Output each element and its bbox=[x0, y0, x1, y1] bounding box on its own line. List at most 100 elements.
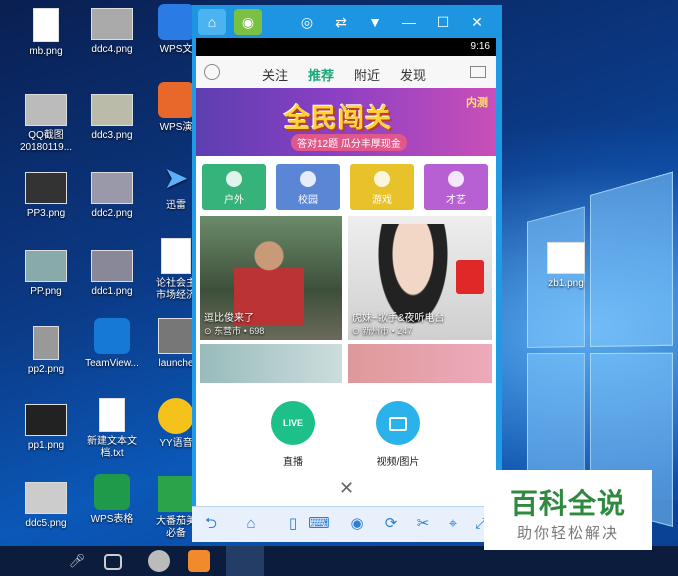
wps-writer-icon bbox=[158, 4, 194, 40]
back-icon[interactable]: ⮌ bbox=[200, 514, 222, 534]
task-view-icon[interactable] bbox=[104, 554, 122, 570]
desktop-icon-pp3[interactable]: PP3.png bbox=[10, 172, 82, 220]
live-card-location: 新州市 bbox=[362, 326, 390, 336]
desktop-icon-qq-screenshot[interactable]: QQ截图 20180119... bbox=[10, 94, 82, 154]
desktop-icon-label: PP.png bbox=[30, 286, 62, 297]
video-photo-label: 视频/图片 bbox=[376, 457, 420, 468]
live-card-viewers: 698 bbox=[249, 326, 265, 336]
video-photo-button[interactable] bbox=[376, 401, 420, 445]
tab-recommend[interactable]: 推荐 bbox=[308, 65, 334, 92]
desktop-icon-wps-sheets[interactable]: WPS表格 bbox=[76, 474, 148, 526]
image-thumbnail-icon bbox=[91, 250, 133, 282]
microphone-icon[interactable]: 🎤︎ bbox=[66, 550, 88, 572]
android-app-tab-icon[interactable]: ◉ bbox=[234, 9, 262, 35]
live-card-location: 东营市 bbox=[214, 326, 242, 336]
game-icon bbox=[374, 171, 390, 187]
android-emulator-window: ⌂ ◉ ◎ ⇄ ▼ — ☐ ✕ 9:16 关注 推荐 附近 发现 全民闯关 答对… bbox=[192, 5, 502, 542]
category-talent[interactable]: 才艺 bbox=[424, 164, 488, 210]
category-outdoor[interactable]: 户外 bbox=[202, 164, 266, 210]
text-file-icon bbox=[99, 398, 125, 432]
shopping-bag-icon bbox=[158, 476, 194, 512]
campus-icon bbox=[300, 171, 316, 187]
banner-subtitle: 答对12题 瓜分丰厚现金 bbox=[291, 134, 407, 151]
desktop-icon-teamviewer[interactable]: TeamView... bbox=[76, 318, 148, 370]
watermark-logo: 百科全说 助你轻松解决 bbox=[484, 470, 652, 550]
eye-icon[interactable]: ◉ bbox=[346, 514, 368, 534]
location-icon[interactable]: ⌖ bbox=[442, 514, 464, 534]
teamviewer-icon bbox=[94, 318, 130, 354]
promo-banner[interactable]: 全民闯关 答对12题 瓜分丰厚现金 内测 bbox=[196, 88, 496, 156]
wps-presentation-icon bbox=[158, 82, 194, 118]
desktop-icon-label: WPS表格 bbox=[90, 514, 134, 525]
banner-title: 全民闯关 bbox=[284, 103, 393, 133]
menu-dropdown-icon[interactable]: ▼ bbox=[364, 11, 386, 33]
red-packet-icon bbox=[456, 260, 484, 294]
desktop-icon-ddc1[interactable]: ddc1.png bbox=[76, 250, 148, 298]
desktop-icon-ddc2[interactable]: ddc2.png bbox=[76, 172, 148, 220]
sync-icon[interactable]: ⇄ bbox=[330, 11, 352, 33]
desktop-icon-ddc4[interactable]: ddc4.png bbox=[76, 8, 148, 56]
home-tab-icon[interactable]: ⌂ bbox=[198, 9, 226, 35]
desktop-icon-pp1[interactable]: pp1.png bbox=[10, 404, 82, 452]
tab-nearby[interactable]: 附近 bbox=[354, 65, 380, 84]
keyboard-icon[interactable]: ⌨ bbox=[308, 514, 330, 534]
image-thumbnail-icon bbox=[547, 242, 585, 274]
watermark-title: 百科全说 bbox=[509, 488, 626, 519]
tab-follow[interactable]: 关注 bbox=[262, 65, 288, 84]
taskbar-app-bluestacks[interactable] bbox=[226, 546, 264, 576]
image-thumbnail-icon bbox=[25, 482, 67, 514]
home-icon[interactable]: ⌂ bbox=[240, 514, 262, 534]
desktop-icon-label: PP3.png bbox=[26, 208, 66, 219]
emulator-toolbar: ⮌ ⌂ ▯ ⌨ ◉ ⟳ ✂ ⌖ ⤢ bbox=[192, 506, 502, 542]
desktop-icon-pp[interactable]: PP.png bbox=[10, 250, 82, 298]
taskbar-app-orange[interactable] bbox=[188, 550, 210, 572]
close-sheet-icon[interactable]: ✕ bbox=[339, 478, 354, 499]
image-thumbnail-icon bbox=[33, 326, 59, 360]
maximize-icon[interactable]: ☐ bbox=[432, 11, 454, 33]
phone-icon[interactable]: ▯ bbox=[282, 514, 304, 534]
status-time: 9:16 bbox=[470, 41, 490, 52]
live-card[interactable]: 逗比俊来了 ⊙ 东营市 • 698 bbox=[200, 216, 342, 340]
image-thumbnail-icon bbox=[25, 172, 67, 204]
desktop-icon-pp2[interactable]: pp2.png bbox=[10, 326, 82, 376]
tab-discover[interactable]: 发现 bbox=[400, 65, 426, 84]
desktop-icon-label: zb1.png bbox=[548, 278, 584, 289]
publish-sheet: LIVE 直播 视频/图片 ✕ bbox=[196, 383, 496, 506]
live-card-caption: 逗比俊来了 bbox=[204, 313, 254, 324]
screenshot-scissors-icon[interactable]: ✂ bbox=[412, 514, 434, 534]
mail-icon[interactable] bbox=[470, 66, 486, 78]
desktop-icon-ddc3[interactable]: ddc3.png bbox=[76, 94, 148, 142]
desktop-icon-new-text-file[interactable]: 新建文本文 档.txt bbox=[76, 398, 148, 460]
xunlei-icon: ➤ bbox=[163, 162, 189, 195]
rotate-icon[interactable]: ⟳ bbox=[380, 514, 402, 534]
live-card-caption: 虎妹~歌手&夜听电台 bbox=[352, 313, 445, 324]
talent-icon bbox=[448, 171, 464, 187]
category-game[interactable]: 游戏 bbox=[350, 164, 414, 210]
live-card[interactable] bbox=[200, 344, 342, 384]
image-thumbnail-icon bbox=[91, 94, 133, 126]
category-label: 户外 bbox=[224, 195, 244, 206]
desktop-icon-label: ddc3.png bbox=[91, 130, 133, 141]
close-window-icon[interactable]: ✕ bbox=[466, 11, 488, 33]
live-button[interactable]: LIVE bbox=[271, 401, 315, 445]
desktop-icon-ddc5[interactable]: ddc5.png bbox=[10, 482, 82, 530]
desktop-icon-mb[interactable]: mb.png bbox=[10, 8, 82, 58]
android-status-bar: 9:16 bbox=[196, 38, 496, 56]
banner-beta-tag: 内测 bbox=[466, 97, 488, 109]
user-profile-icon[interactable] bbox=[204, 64, 220, 80]
live-card-meta: ⊙ 东营市 • 698 bbox=[204, 326, 265, 336]
image-thumbnail-icon bbox=[33, 8, 59, 42]
live-card[interactable]: 虎妹~歌手&夜听电台 ⊙ 新州市 • 247 bbox=[348, 216, 492, 340]
image-thumbnail-icon bbox=[25, 404, 67, 436]
desktop-icon-label: pp2.png bbox=[27, 364, 65, 375]
desktop-icon-label: ddc1.png bbox=[91, 286, 133, 297]
desktop-icon-label: ddc2.png bbox=[91, 208, 133, 219]
desktop-icon-label: 新建文本文 档.txt bbox=[87, 436, 137, 459]
taskbar-app-avatar[interactable] bbox=[148, 550, 170, 572]
desktop-icon-zb1[interactable]: zb1.png bbox=[530, 242, 602, 290]
account-icon[interactable]: ◎ bbox=[296, 11, 318, 33]
emulator-title-bar[interactable]: ⌂ ◉ ◎ ⇄ ▼ — ☐ ✕ bbox=[192, 5, 502, 38]
live-card[interactable] bbox=[348, 344, 492, 384]
minimize-icon[interactable]: — bbox=[398, 11, 420, 33]
category-campus[interactable]: 校园 bbox=[276, 164, 340, 210]
